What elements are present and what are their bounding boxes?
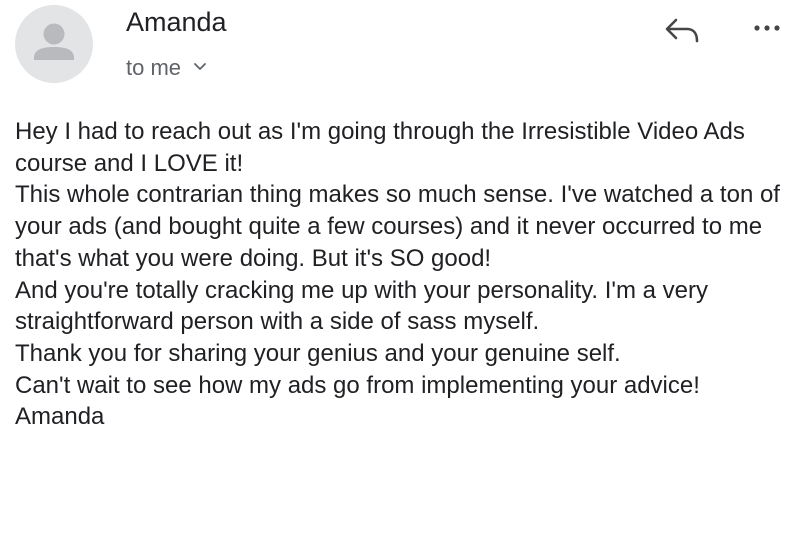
message-paragraph: And you're totally cracking me up with y… (15, 276, 709, 336)
recipient-details-toggle[interactable]: to me (126, 54, 207, 82)
message-body: Hey I had to reach out as I'm going thro… (15, 116, 795, 433)
reply-button[interactable] (660, 10, 704, 50)
person-icon (34, 23, 74, 60)
sender-name: Amanda (126, 7, 227, 37)
message-paragraph: Can't wait to see how my ads go from imp… (15, 371, 700, 399)
reply-icon (665, 18, 699, 43)
more-horizontal-icon (754, 25, 780, 31)
message-paragraph: Thank you for sharing your genius and yo… (15, 339, 621, 367)
message-paragraph: Hey I had to reach out as I'm going thro… (15, 118, 745, 177)
chevron-down-icon (194, 63, 206, 70)
message-paragraph: This whole contrarian thing makes so muc… (15, 181, 780, 272)
recipient-label: to me (126, 55, 182, 80)
sender-avatar[interactable] (15, 5, 93, 83)
message-signature: Amanda (15, 403, 105, 431)
more-options-button[interactable] (748, 14, 788, 42)
